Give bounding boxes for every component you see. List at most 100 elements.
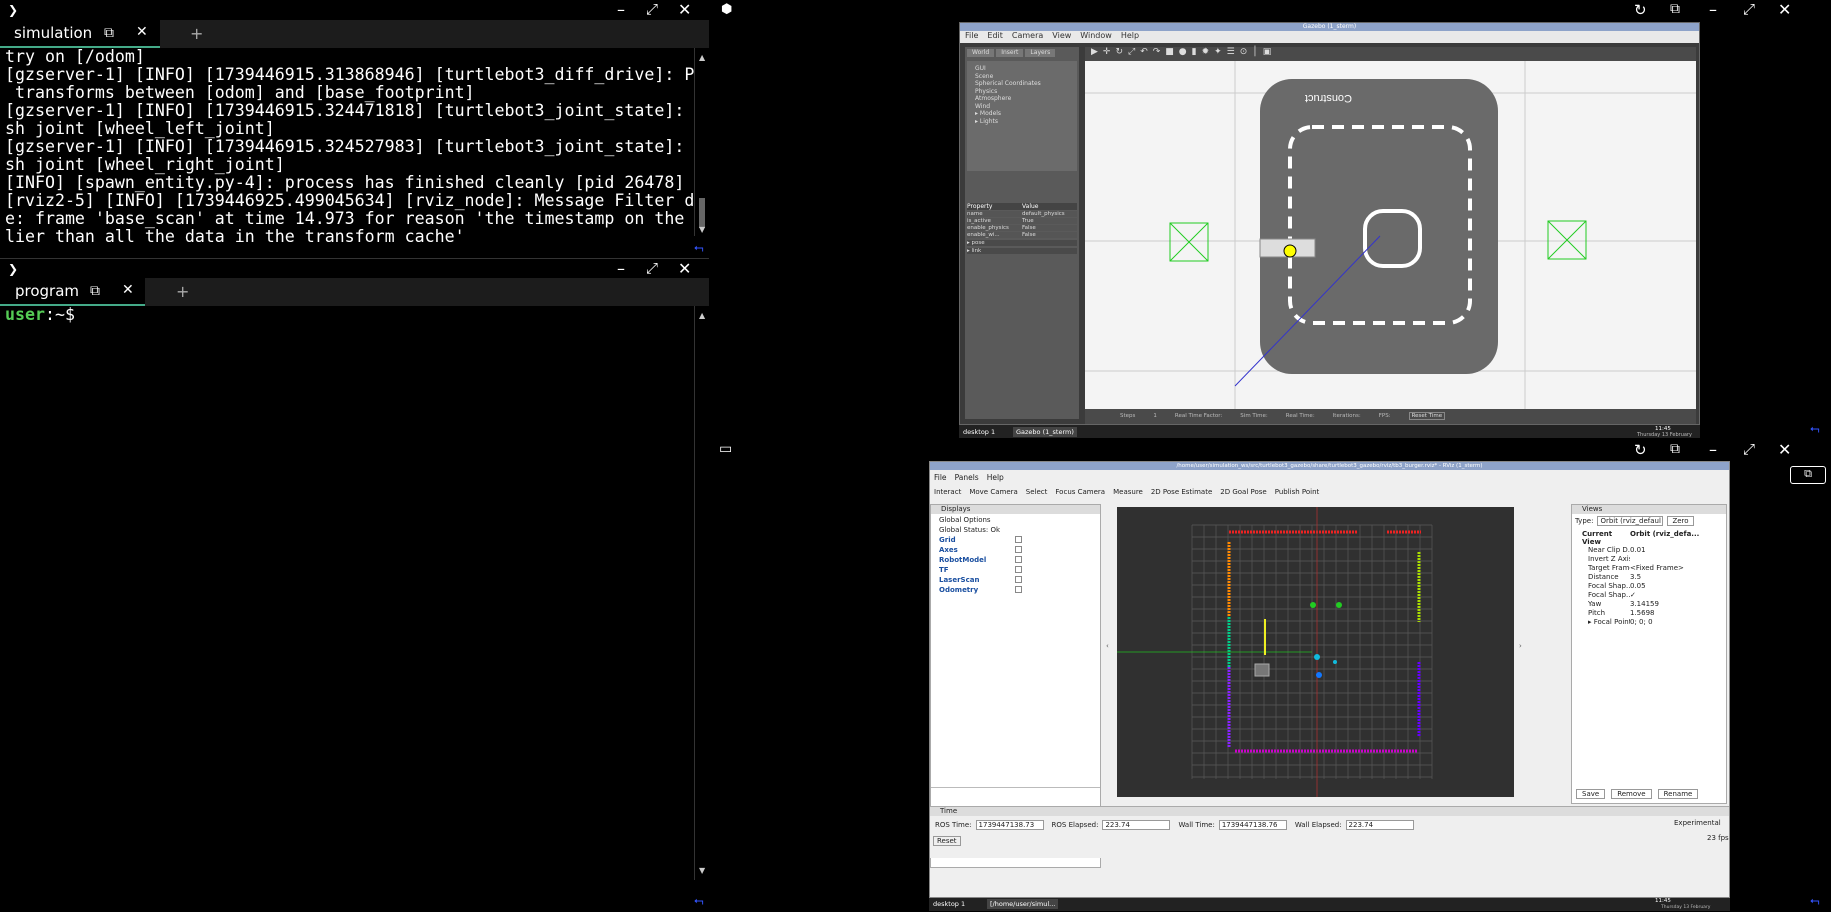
clipboard-icon[interactable]: ⧉ <box>1790 466 1826 484</box>
resize-grip-icon[interactable]: ⮢ <box>1810 421 1820 436</box>
sim-terminal-output[interactable]: try on [/odom] [gzserver-1] [INFO] [17394… <box>0 48 694 256</box>
display-item[interactable]: Grid <box>935 536 1096 546</box>
rviz-tool-2[interactable]: Select <box>1026 488 1048 496</box>
prop-value[interactable]: True <box>1022 218 1034 224</box>
rviz-tool-5[interactable]: 2D Pose Estimate <box>1151 488 1212 496</box>
rviz-menu-item[interactable]: Help <box>987 473 1004 482</box>
gazebo-3d-view[interactable]: Construct <box>1085 61 1696 409</box>
view-button[interactable]: Rename <box>1657 789 1699 799</box>
add-tab-icon[interactable]: + <box>190 24 203 43</box>
status-item[interactable]: Reset Time <box>1408 412 1446 420</box>
popout-icon[interactable]: ⧉ <box>1670 1 1680 17</box>
prop-group[interactable]: ▸ link <box>967 248 1077 254</box>
view-button[interactable]: Save <box>1576 789 1606 799</box>
display-checkbox[interactable] <box>1015 536 1022 543</box>
zero-button[interactable]: Zero <box>1667 516 1694 526</box>
minimize-icon[interactable]: – <box>1709 440 1717 459</box>
view-prop-value[interactable]: 0; 0; 0 <box>1630 618 1653 627</box>
prog-prompt[interactable]: user:~$ <box>5 306 75 324</box>
gazebo-menu-item[interactable]: File <box>965 31 978 40</box>
gazebo-panel-tab[interactable]: Layers <box>1025 49 1056 57</box>
reset-button[interactable]: Reset <box>933 836 961 846</box>
gazebo-toolbar[interactable]: ▶✛↻⤢↶↷■●▮✹✦☰⊙│▣ <box>1085 47 1696 61</box>
gazebo-panel-tab[interactable]: Insert <box>996 49 1024 57</box>
view-prop-value[interactable]: <Fixed Frame> <box>1630 564 1684 573</box>
close-icon[interactable]: ✕ <box>136 24 148 40</box>
sim-scrollbar[interactable]: ▲ ▼ <box>694 48 709 236</box>
view-prop-value[interactable]: 3.5 <box>1630 573 1641 582</box>
tab-program[interactable]: program ⧉ ✕ <box>0 278 145 306</box>
view-prop-value[interactable]: 1.5698 <box>1630 609 1655 618</box>
maximize-icon[interactable]: ⤢ <box>1743 440 1755 458</box>
view-prop-value[interactable]: 0.01 <box>1630 546 1646 555</box>
display-checkbox[interactable] <box>1015 546 1022 553</box>
gazebo-menu-item[interactable]: Edit <box>987 31 1003 40</box>
popout-icon[interactable]: ⧉ <box>1670 441 1680 457</box>
display-checkbox[interactable] <box>1015 566 1022 573</box>
world-tree-item[interactable]: Scene <box>975 73 1069 81</box>
taskbar-rviz[interactable]: [/home/user/simul... <box>987 899 1059 909</box>
display-item[interactable]: Global Status: Ok <box>935 526 1096 536</box>
world-tree-item[interactable]: Physics <box>975 88 1069 96</box>
close-icon[interactable]: ✕ <box>1778 440 1791 459</box>
gazebo-menu-item[interactable]: Camera <box>1012 31 1043 40</box>
world-tree-item[interactable]: Atmosphere <box>975 95 1069 103</box>
popout-icon[interactable]: ⧉ <box>104 25 114 41</box>
display-checkbox[interactable] <box>1015 556 1022 563</box>
world-tree-item[interactable]: Wind <box>975 103 1069 111</box>
rviz-menu-item[interactable]: Panels <box>955 473 979 482</box>
prop-value[interactable]: default_physics <box>1022 211 1065 217</box>
rviz-tool-3[interactable]: Focus Camera <box>1055 488 1105 496</box>
type-select[interactable]: Orbit (rviz_defaul <box>1597 516 1664 526</box>
reload-icon[interactable]: ↻ <box>1634 441 1647 459</box>
tab-simulation[interactable]: simulation ⧉ ✕ <box>0 20 160 48</box>
experimental-checkbox[interactable]: Experimental <box>1674 819 1721 827</box>
close-icon[interactable]: ✕ <box>678 259 691 278</box>
minimize-icon[interactable]: – <box>617 0 625 19</box>
taskbar-gazebo[interactable]: Gazebo (1_sterm) <box>1013 427 1077 437</box>
maximize-icon[interactable]: ⤢ <box>1743 0 1755 18</box>
gazebo-panel-tab[interactable]: World <box>967 49 995 57</box>
view-button[interactable]: Remove <box>1611 789 1652 799</box>
rviz-3d-view[interactable] <box>1117 507 1514 797</box>
gazebo-menu-item[interactable]: Window <box>1080 31 1112 40</box>
world-tree-item[interactable]: ▸ Lights <box>975 118 1069 126</box>
view-prop-value[interactable]: 0.05 <box>1630 582 1646 591</box>
rviz-tool-4[interactable]: Measure <box>1113 488 1143 496</box>
rviz-tool-0[interactable]: Interact <box>934 488 961 496</box>
prop-group[interactable]: ▸ pose <box>967 240 1077 246</box>
prop-value[interactable]: False <box>1022 232 1036 238</box>
close-icon[interactable]: ✕ <box>678 0 691 19</box>
gazebo-menu-item[interactable]: View <box>1052 31 1071 40</box>
close-icon[interactable]: ✕ <box>122 282 134 298</box>
display-checkbox[interactable] <box>1015 576 1022 583</box>
resize-grip-icon[interactable]: ⮢ <box>1810 893 1820 908</box>
rviz-tool-1[interactable]: Move Camera <box>969 488 1017 496</box>
prop-value[interactable]: False <box>1022 225 1036 231</box>
resize-grip-icon[interactable]: ⮢ <box>694 893 704 908</box>
maximize-icon[interactable]: ⤢ <box>646 259 658 277</box>
display-item[interactable]: Axes <box>935 546 1096 556</box>
gazebo-menu-item[interactable]: Help <box>1121 31 1139 40</box>
rviz-tool-7[interactable]: Publish Point <box>1275 488 1320 496</box>
display-item[interactable]: TF <box>935 566 1096 576</box>
maximize-icon[interactable]: ⤢ <box>646 0 658 18</box>
rviz-tool-6[interactable]: 2D Goal Pose <box>1220 488 1266 496</box>
display-checkbox[interactable] <box>1015 586 1022 593</box>
view-prop-value[interactable]: 3.14159 <box>1630 600 1659 609</box>
prog-scrollbar[interactable]: ▲ ▼ <box>694 306 709 880</box>
add-tab-icon[interactable]: + <box>176 282 189 301</box>
taskbar-desktop[interactable]: desktop 1 <box>963 428 995 436</box>
world-tree-item[interactable]: GUI <box>975 65 1069 73</box>
close-icon[interactable]: ✕ <box>1778 0 1791 19</box>
view-prop-value[interactable]: ✓ <box>1630 591 1636 600</box>
rviz-menu-item[interactable]: File <box>934 473 947 482</box>
world-tree-item[interactable]: ▸ Models <box>975 110 1069 118</box>
display-item[interactable]: Global Options <box>935 516 1096 526</box>
minimize-icon[interactable]: – <box>617 259 625 278</box>
taskbar-desktop[interactable]: desktop 1 <box>933 900 965 908</box>
resize-grip-icon[interactable]: ⮢ <box>694 240 704 255</box>
display-item[interactable]: RobotModel <box>935 556 1096 566</box>
display-item[interactable]: Odometry <box>935 586 1096 596</box>
popout-icon[interactable]: ⧉ <box>90 283 100 299</box>
